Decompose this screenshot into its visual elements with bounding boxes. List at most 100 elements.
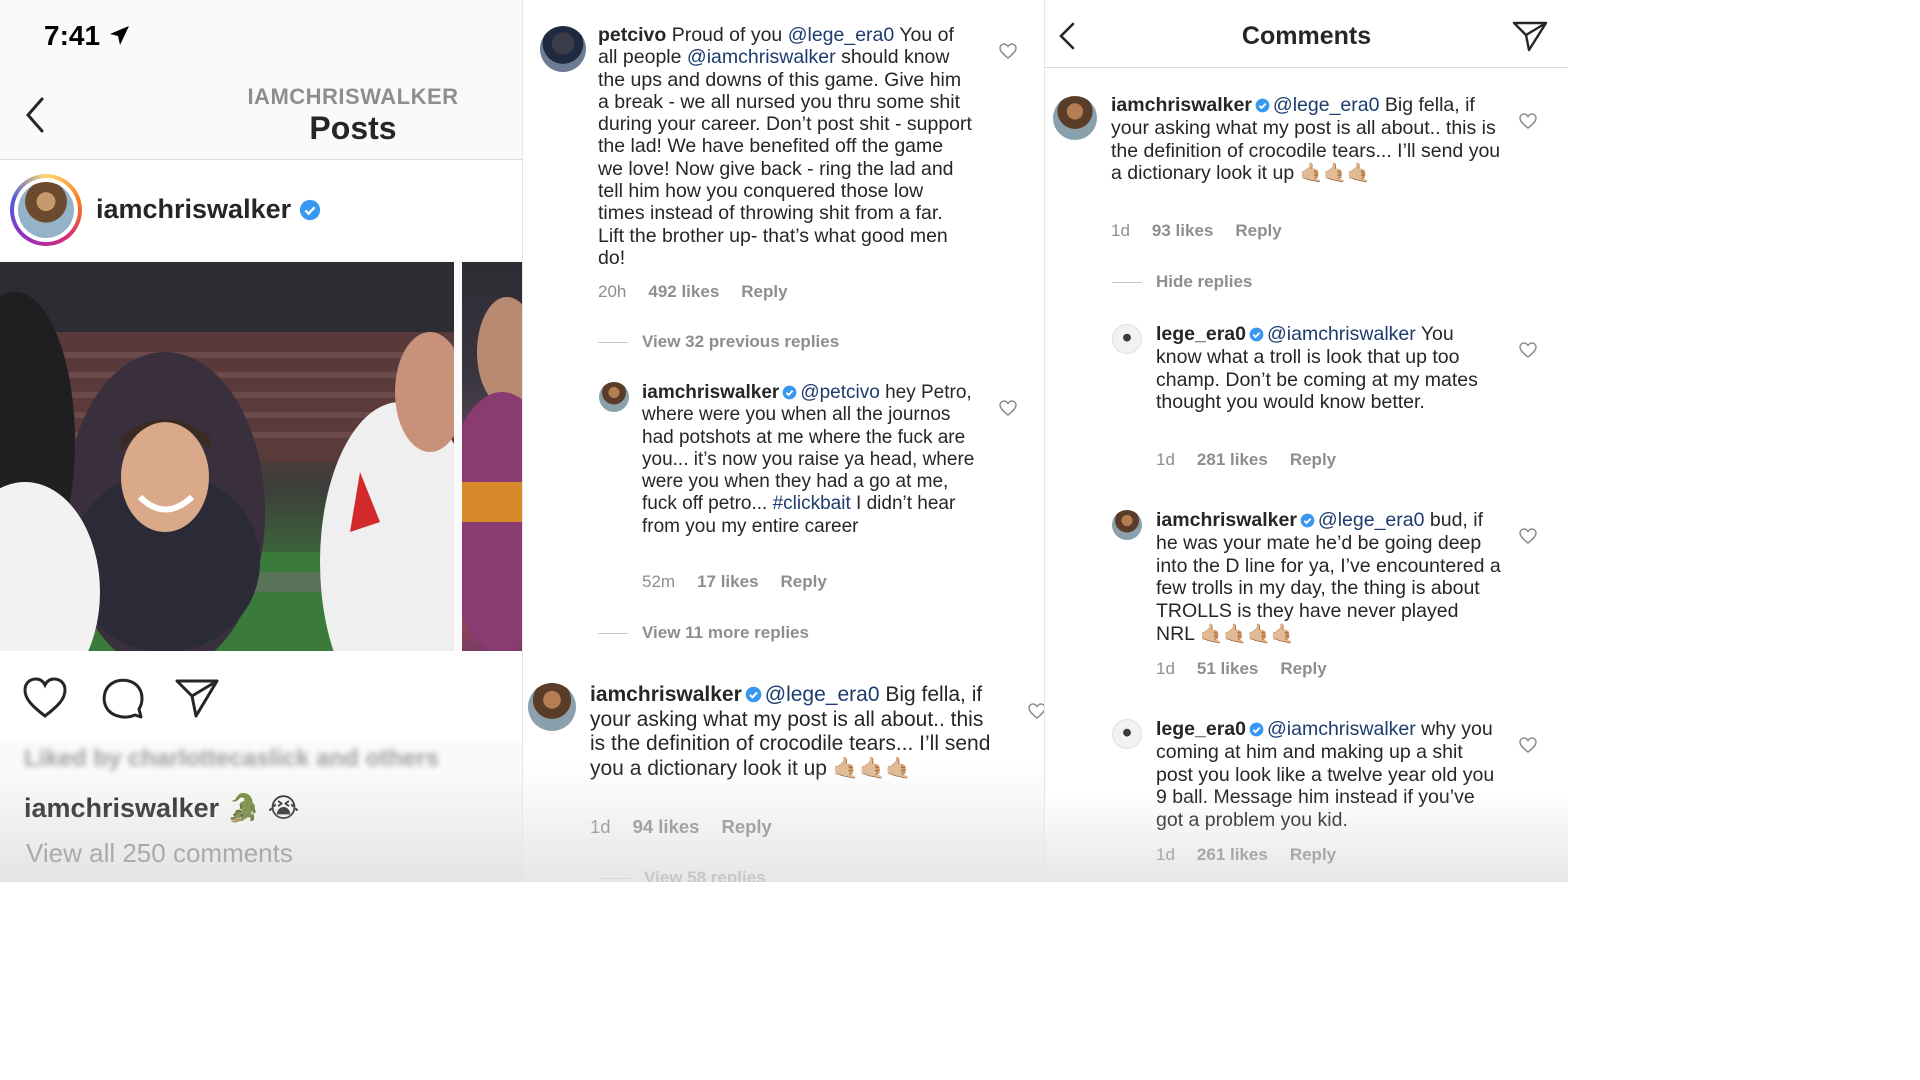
status-time: 7:41 xyxy=(44,20,101,51)
post-image-next-drawing xyxy=(462,297,523,651)
comment-bubble-icon[interactable] xyxy=(99,676,145,720)
reply-text: lege_era0 @iamchriswalker why you coming … xyxy=(1156,718,1496,832)
verified-badge-icon xyxy=(300,199,321,221)
comment-meta: 1d 93 likes Reply xyxy=(1111,221,1304,241)
comment-like-icon[interactable] xyxy=(1519,113,1537,129)
avatar[interactable] xyxy=(1112,324,1142,354)
view-replies-link[interactable]: View 58 replies xyxy=(600,868,766,882)
page-title: Posts xyxy=(309,110,397,146)
mention-link[interactable]: @iamchriswalker xyxy=(1267,718,1416,740)
comment-username[interactable]: iamchriswalker xyxy=(642,382,779,403)
view-all-comments-link[interactable]: View all 250 comments xyxy=(26,838,293,869)
caption-emoji: 🐊 😭 xyxy=(226,793,300,823)
comment-likes[interactable]: 93 likes xyxy=(1152,221,1213,240)
view-previous-replies-link[interactable]: View 32 previous replies xyxy=(598,332,839,352)
emoji-hands: 🤙🏼🤙🏼🤙🏼 xyxy=(832,756,912,780)
header-username: IAMCHRISWALKER xyxy=(247,84,459,109)
comments-panel: Comments iamchriswalker @lege_era0 Big fe… xyxy=(1045,0,1568,882)
reply-button[interactable]: Reply xyxy=(1290,450,1336,469)
view-more-replies-link[interactable]: View 11 more replies xyxy=(598,623,809,643)
avatar[interactable] xyxy=(540,26,586,72)
avatar[interactable] xyxy=(1112,719,1142,749)
post-panel: 7:41 IAMCHRISWALKER Posts iamchriswalker xyxy=(0,0,523,882)
post-username[interactable]: iamchriswalker xyxy=(96,194,321,225)
verified-badge-icon xyxy=(782,385,797,400)
mention-link[interactable]: @lege_era0 xyxy=(765,683,880,706)
like-heart-icon[interactable] xyxy=(22,676,68,720)
comment-likes[interactable]: 492 likes xyxy=(648,282,719,301)
share-send-icon[interactable] xyxy=(174,676,220,720)
comment-username[interactable]: lege_era0 xyxy=(1156,323,1246,345)
comment-likes[interactable]: 261 likes xyxy=(1197,845,1268,864)
comment-meta: 1d 261 likes Reply xyxy=(1156,845,1358,865)
view-more-replies-text: View 11 more replies xyxy=(642,623,809,642)
comment-time: 1d xyxy=(1156,659,1175,678)
post-image[interactable] xyxy=(0,262,454,651)
comment-meta: 1d 94 likes Reply xyxy=(590,816,794,838)
comment-meta: 52m 17 likes Reply xyxy=(642,572,849,592)
comment-meta: 1d 281 likes Reply xyxy=(1156,450,1358,470)
comment-text-part: should know the ups and downs of this ga… xyxy=(598,46,972,269)
post-image-next[interactable] xyxy=(462,262,523,651)
reply-button[interactable]: Reply xyxy=(721,816,771,837)
hide-replies-text: Hide replies xyxy=(1156,272,1253,291)
mention-link[interactable]: @lege_era0 xyxy=(1273,94,1380,116)
comment-meta: 1d 51 likes Reply xyxy=(1156,659,1349,679)
emoji-hands: 🤙🏼🤙🏼🤙🏼 xyxy=(1299,163,1371,185)
mention-link[interactable]: @iamchriswalker xyxy=(1267,323,1416,345)
reply-button[interactable]: Reply xyxy=(1235,221,1281,240)
post-action-bar xyxy=(0,651,523,741)
comment-time: 1d xyxy=(1111,221,1130,240)
comment-like-icon[interactable] xyxy=(999,43,1017,59)
reply-button[interactable]: Reply xyxy=(781,572,827,591)
mention-link[interactable]: @lege_era0 xyxy=(1318,509,1425,531)
page-title: Comments xyxy=(1241,22,1372,50)
reply-button[interactable]: Reply xyxy=(741,282,787,301)
avatar[interactable] xyxy=(599,382,629,412)
reply-text: lege_era0 @iamchriswalker You know what a… xyxy=(1156,323,1496,414)
emoji-hands: 🤙🏼🤙🏼🤙🏼🤙🏼 xyxy=(1199,623,1295,645)
verified-badge-icon xyxy=(745,686,762,703)
avatar[interactable] xyxy=(528,683,576,731)
caption-username[interactable]: iamchriswalker xyxy=(24,793,219,823)
comment-username[interactable]: iamchriswalker xyxy=(1156,509,1297,531)
comment-text: petcivo Proud of you @lege_era0 You of a… xyxy=(598,24,973,269)
post-image-drawing xyxy=(0,262,454,651)
hide-replies-link[interactable]: Hide replies xyxy=(1112,272,1252,292)
comment-like-icon[interactable] xyxy=(1519,528,1537,544)
comment-username[interactable]: iamchriswalker xyxy=(590,683,742,706)
comment-username[interactable]: iamchriswalker xyxy=(1111,94,1252,116)
comment-like-icon[interactable] xyxy=(1519,342,1537,358)
comment-time: 52m xyxy=(642,572,676,591)
avatar[interactable] xyxy=(1112,510,1142,540)
direct-send-icon[interactable] xyxy=(1512,20,1548,52)
comment-username[interactable]: lege_era0 xyxy=(1156,718,1246,740)
comment-likes[interactable]: 51 likes xyxy=(1197,659,1258,678)
comment-like-icon[interactable] xyxy=(1519,737,1537,753)
verified-badge-icon xyxy=(1255,98,1270,113)
mention-link[interactable]: @iamchriswalker xyxy=(687,46,836,68)
comment-thread-panel: petcivo Proud of you @lege_era0 You of a… xyxy=(523,0,1045,882)
comment-like-icon[interactable] xyxy=(999,400,1017,416)
comment-likes[interactable]: 281 likes xyxy=(1197,450,1268,469)
reply-button[interactable]: Reply xyxy=(1290,845,1336,864)
comment-text: iamchriswalker @lege_era0 Big fella, if y… xyxy=(1111,94,1501,186)
reply-button[interactable]: Reply xyxy=(1280,659,1326,678)
comment-like-icon[interactable] xyxy=(1028,703,1045,719)
comment-text-part: Proud of you xyxy=(666,24,788,46)
reply-text: iamchriswalker @lege_era0 bud, if he was … xyxy=(1156,509,1501,647)
comment-text: iamchriswalker @lege_era0 Big fella, if y… xyxy=(590,683,1000,781)
mention-link[interactable]: @petcivo xyxy=(800,382,880,403)
verified-badge-icon xyxy=(1249,327,1264,342)
mention-link[interactable]: @lege_era0 xyxy=(788,24,895,46)
view-previous-replies-text: View 32 previous replies xyxy=(642,332,840,351)
avatar[interactable] xyxy=(1053,96,1097,140)
location-arrow-icon xyxy=(110,26,129,45)
reply-text: iamchriswalker @petcivo hey Petro, where … xyxy=(642,382,982,538)
avatar xyxy=(18,182,74,238)
hashtag-link[interactable]: #clickbait xyxy=(773,493,851,514)
comment-likes[interactable]: 17 likes xyxy=(697,572,758,591)
comment-likes[interactable]: 94 likes xyxy=(633,816,700,837)
avatar-story-ring[interactable] xyxy=(10,174,82,246)
comment-username[interactable]: petcivo xyxy=(598,24,666,46)
